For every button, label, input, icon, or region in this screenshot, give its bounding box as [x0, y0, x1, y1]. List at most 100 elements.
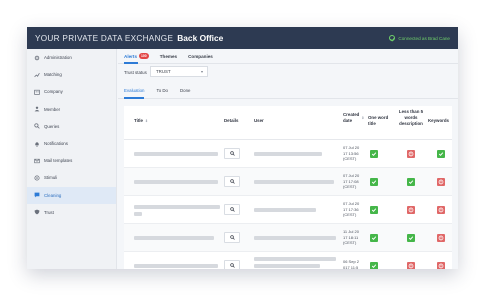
user-placeholder: [254, 180, 334, 184]
details-button[interactable]: [224, 260, 240, 269]
search-icon: [229, 207, 235, 212]
title-placeholder: [134, 264, 218, 268]
one-word-check-icon: [370, 262, 378, 269]
header-created-date-label: Created date: [343, 112, 360, 123]
person-icon: [34, 106, 40, 112]
user-placeholder: [254, 208, 316, 212]
check-circle-icon: [389, 35, 396, 41]
subtab-todo[interactable]: To Do: [157, 88, 168, 93]
sidebar-item-company[interactable]: Company: [27, 83, 116, 100]
title-placeholder: [134, 236, 214, 240]
sidebar-item-cleaning[interactable]: Cleaning: [27, 186, 116, 204]
connection-status[interactable]: Connected as Brad Cane: [389, 35, 450, 41]
sidebar-item-mail-templates[interactable]: Mail templates: [27, 152, 116, 169]
table-row[interactable]: 11 Jul 20 17 18:11 (CEST): [124, 224, 452, 252]
brand-title: YOUR PRIVATE DATA EXCHANGE: [35, 33, 174, 43]
sidebar-item-label: Trust: [44, 209, 54, 215]
table-row[interactable]: 07 Jul 20 17 17:08 (CEST): [124, 168, 452, 196]
app-window: YOUR PRIVATE DATA EXCHANGE Back Office C…: [27, 27, 458, 269]
sidebar-item-matching[interactable]: Matching: [27, 66, 116, 83]
chart-icon: [34, 72, 40, 78]
sidebar-item-label: Notifications: [44, 141, 68, 147]
sidebar-item-stimuli[interactable]: Stimuli: [27, 169, 116, 186]
created-date: 11 Jul 20 17 18:11 (CEST): [343, 229, 359, 246]
less-than-alert-icon: [407, 206, 415, 214]
tab-companies[interactable]: Companies: [188, 54, 213, 59]
created-date-line: (CEST): [343, 212, 357, 218]
header-less-than: Less than 5 words description: [396, 109, 426, 127]
section-title: Back Office: [177, 33, 224, 43]
tab-themes-label: Themes: [159, 53, 178, 59]
sort-icon: ⇕: [361, 116, 365, 120]
tab-themes[interactable]: Themes: [160, 54, 177, 59]
bell-icon: [34, 141, 40, 147]
keywords-alert-icon: [437, 206, 445, 214]
table-row[interactable]: 07 Jul 20 17 13:56 (CEST): [124, 140, 452, 168]
table-row[interactable]: 06 Sep 2 017 11:5: [124, 252, 452, 269]
sidebar-item-label: Mail templates: [44, 158, 73, 164]
keywords-alert-icon: [437, 262, 445, 269]
details-button[interactable]: [224, 148, 240, 159]
keywords-alert-icon: [437, 178, 445, 186]
sidebar-item-label: Queries: [44, 123, 60, 129]
keywords-alert-icon: [437, 234, 445, 242]
sidebar-item-label: Company: [44, 89, 63, 95]
less-than-alert-icon: [407, 262, 415, 269]
alerts-table: Title ⇕ Details User Created date ⇕ One wo…: [124, 106, 452, 269]
gear-icon: [34, 55, 40, 61]
created-date-line: 07 Jul 20: [343, 173, 360, 178]
one-word-check-icon: [370, 178, 378, 186]
title-placeholder: [134, 180, 218, 184]
stimuli-icon: [34, 175, 40, 181]
user-placeholder: [254, 236, 336, 240]
sidebar-item-notifications[interactable]: Notifications: [27, 135, 116, 152]
created-date-line: (CEST): [343, 184, 357, 190]
header-created-date[interactable]: Created date ⇕: [343, 112, 365, 124]
subtab-done[interactable]: Done: [180, 88, 191, 93]
header-details: Details: [224, 118, 238, 124]
user-placeholder: [254, 152, 322, 156]
header-user-label: User: [254, 118, 264, 123]
main-content: Alerts 100 Themes Companies Trust status…: [118, 49, 458, 269]
sort-icon: ⇕: [144, 119, 148, 123]
created-date-line: (CEST): [343, 240, 357, 246]
sidebar-item-administration[interactable]: Administration: [27, 49, 116, 66]
subtab-divider: [118, 98, 458, 99]
created-date-line: 06 Sep 2: [343, 259, 360, 264]
sidebar-item-label: Matching: [44, 72, 62, 78]
tab-alerts[interactable]: Alerts 100: [124, 53, 149, 59]
header-keywords-label: Keywords: [428, 118, 449, 123]
tab-alerts-label: Alerts: [124, 53, 138, 59]
search-icon: [229, 151, 235, 156]
tab-companies-label: Companies: [188, 53, 213, 59]
header-details-label: Details: [224, 118, 239, 123]
header-one-word: One word title: [368, 115, 390, 127]
created-date: 06 Sep 2 017 11:5: [343, 259, 359, 269]
sidebar-item-queries[interactable]: Queries: [27, 118, 116, 135]
user-placeholder: [254, 264, 320, 268]
created-date-line: 017 11:5: [343, 264, 359, 269]
details-button[interactable]: [224, 176, 240, 187]
header-user: User: [254, 118, 264, 124]
search-icon: [34, 123, 40, 130]
trust-status-select[interactable]: TRUST ▾: [150, 66, 208, 77]
keywords-check-icon: [437, 150, 445, 158]
connection-label: Connected as Brad Cane: [398, 35, 450, 41]
details-button[interactable]: [224, 204, 240, 215]
active-tab-indicator: [124, 62, 138, 64]
sidebar-item-trust[interactable]: Trust: [27, 204, 116, 221]
header-keywords: Keywords: [428, 118, 449, 124]
created-date-line: 07 Jul 20: [343, 201, 360, 206]
details-button[interactable]: [224, 232, 240, 243]
sidebar-item-label: Cleaning: [44, 192, 62, 198]
sidebar-item-member[interactable]: Member: [27, 101, 116, 118]
search-icon: [229, 263, 235, 268]
sidebar-item-label: Administration: [44, 55, 72, 61]
created-date: 07 Jul 20 17 17:36 (CEST): [343, 201, 359, 218]
table-row[interactable]: 07 Jul 20 17 17:36 (CEST): [124, 196, 452, 224]
subtab-evaluation[interactable]: Evaluation: [124, 88, 145, 93]
table-header: Title ⇕ Details User Created date ⇕ One wo…: [124, 106, 452, 140]
header-title[interactable]: Title ⇕: [134, 118, 148, 124]
tab-divider: [118, 63, 458, 64]
alerts-count-badge: 100: [139, 53, 149, 59]
